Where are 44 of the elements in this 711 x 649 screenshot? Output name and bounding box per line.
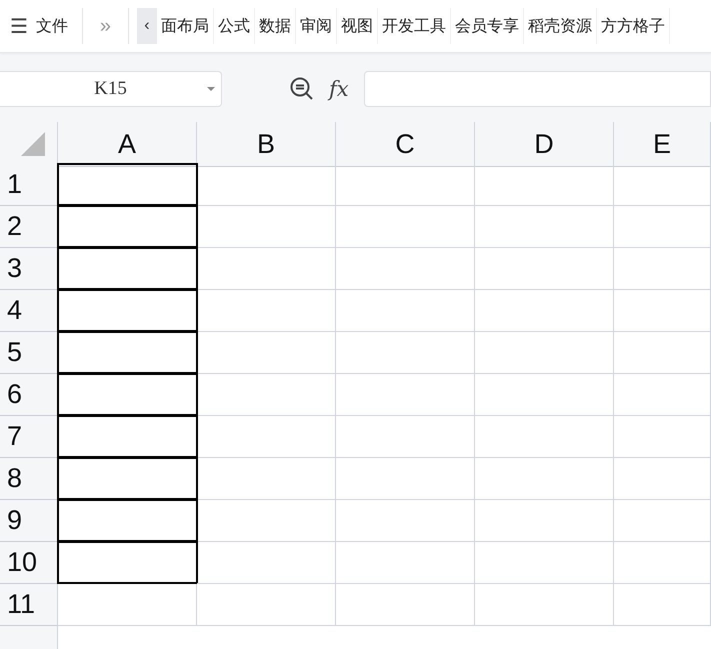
zoom-out-icon[interactable] [289, 76, 315, 102]
function-button[interactable]: fx [329, 77, 355, 101]
column-header[interactable]: D [475, 122, 614, 167]
name-box[interactable]: K15 [0, 71, 222, 107]
ribbon-tab[interactable]: 面布局 [156, 8, 214, 44]
table-cell[interactable] [57, 373, 198, 416]
row-header[interactable]: 3 [0, 248, 58, 290]
table-cell[interactable] [57, 541, 198, 584]
triangle-icon [21, 132, 45, 156]
table-cell[interactable] [57, 457, 198, 500]
table-cell[interactable] [57, 499, 198, 542]
table-cell[interactable] [57, 205, 198, 248]
ribbon-tab[interactable]: 公式 [214, 8, 255, 44]
row-header[interactable]: 2 [0, 206, 58, 248]
column-header[interactable]: C [336, 122, 475, 167]
row-header[interactable]: 8 [0, 458, 58, 500]
table-cell[interactable] [57, 331, 198, 374]
row-header[interactable]: 6 [0, 374, 58, 416]
column-header[interactable]: A [58, 122, 197, 167]
scroll-left-button[interactable]: ‹ [136, 8, 157, 44]
table-cell[interactable] [57, 163, 198, 206]
ribbon-tab[interactable]: 方方格子 [596, 8, 670, 44]
column-header[interactable]: B [197, 122, 336, 167]
table-cell[interactable] [57, 289, 198, 332]
menu-icon: ☰ [10, 14, 28, 38]
row-header[interactable]: 10 [0, 542, 58, 584]
row-header[interactable]: 11 [0, 584, 58, 626]
ribbon-tab[interactable]: 会员专享 [450, 8, 524, 44]
ribbon-tab[interactable]: 稻壳资源 [524, 8, 597, 44]
row-header[interactable]: 5 [0, 332, 58, 374]
row-header[interactable]: 4 [0, 290, 58, 332]
ribbon-tab[interactable]: 开发工具 [378, 8, 451, 44]
row-header[interactable]: 7 [0, 416, 58, 458]
file-menu-button[interactable]: ☰ 文件 [0, 8, 83, 44]
row-header[interactable]: 9 [0, 500, 58, 542]
row-header[interactable]: 1 [0, 164, 58, 206]
ribbon-tab[interactable]: 视图 [336, 8, 378, 44]
dropdown-caret-icon[interactable] [207, 87, 215, 91]
formula-input[interactable] [364, 71, 711, 107]
ribbon-tab[interactable]: 审阅 [296, 8, 337, 44]
table-cell[interactable] [57, 415, 198, 458]
column-header[interactable]: E [614, 122, 711, 167]
ribbon-tab[interactable]: 数据 [254, 8, 296, 44]
table-cell[interactable] [57, 247, 198, 290]
